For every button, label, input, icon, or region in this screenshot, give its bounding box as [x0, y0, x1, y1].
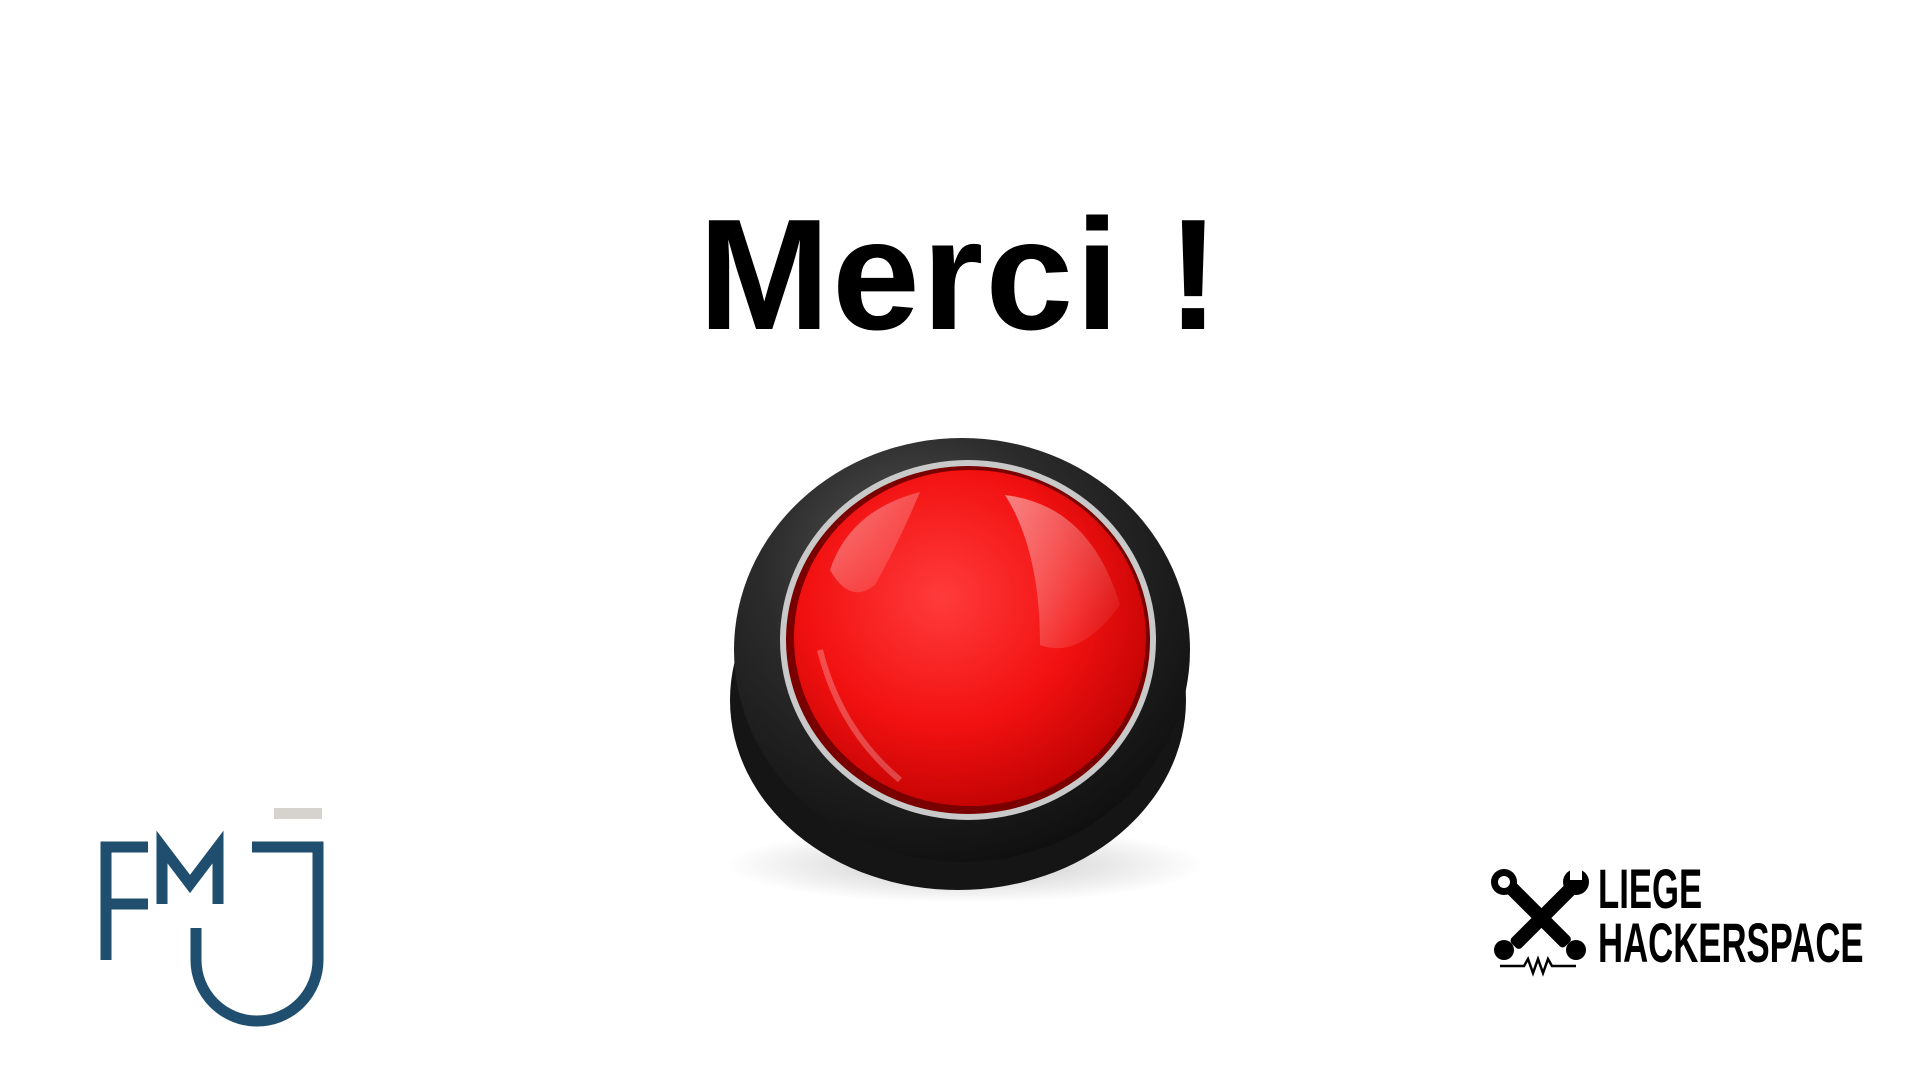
slide: Merci ! LIEGE HACKERSPACE [0, 0, 1920, 1080]
wrench-cross-icon [1491, 868, 1589, 977]
hackerspace-line-2: HACKERSPACE [1598, 911, 1864, 974]
red-button-image [700, 400, 1220, 920]
red-button-icon [725, 438, 1205, 903]
hackerspace-line-1: LIEGE [1598, 857, 1703, 920]
hackerspace-name: LIEGE HACKERSPACE [1598, 857, 1864, 974]
fmj-logo-icon [100, 808, 324, 1027]
liege-hackerspace-logo: LIEGE HACKERSPACE [1490, 861, 1864, 982]
fmj-logo [92, 800, 332, 1040]
slide-title: Merci ! [698, 187, 1222, 363]
